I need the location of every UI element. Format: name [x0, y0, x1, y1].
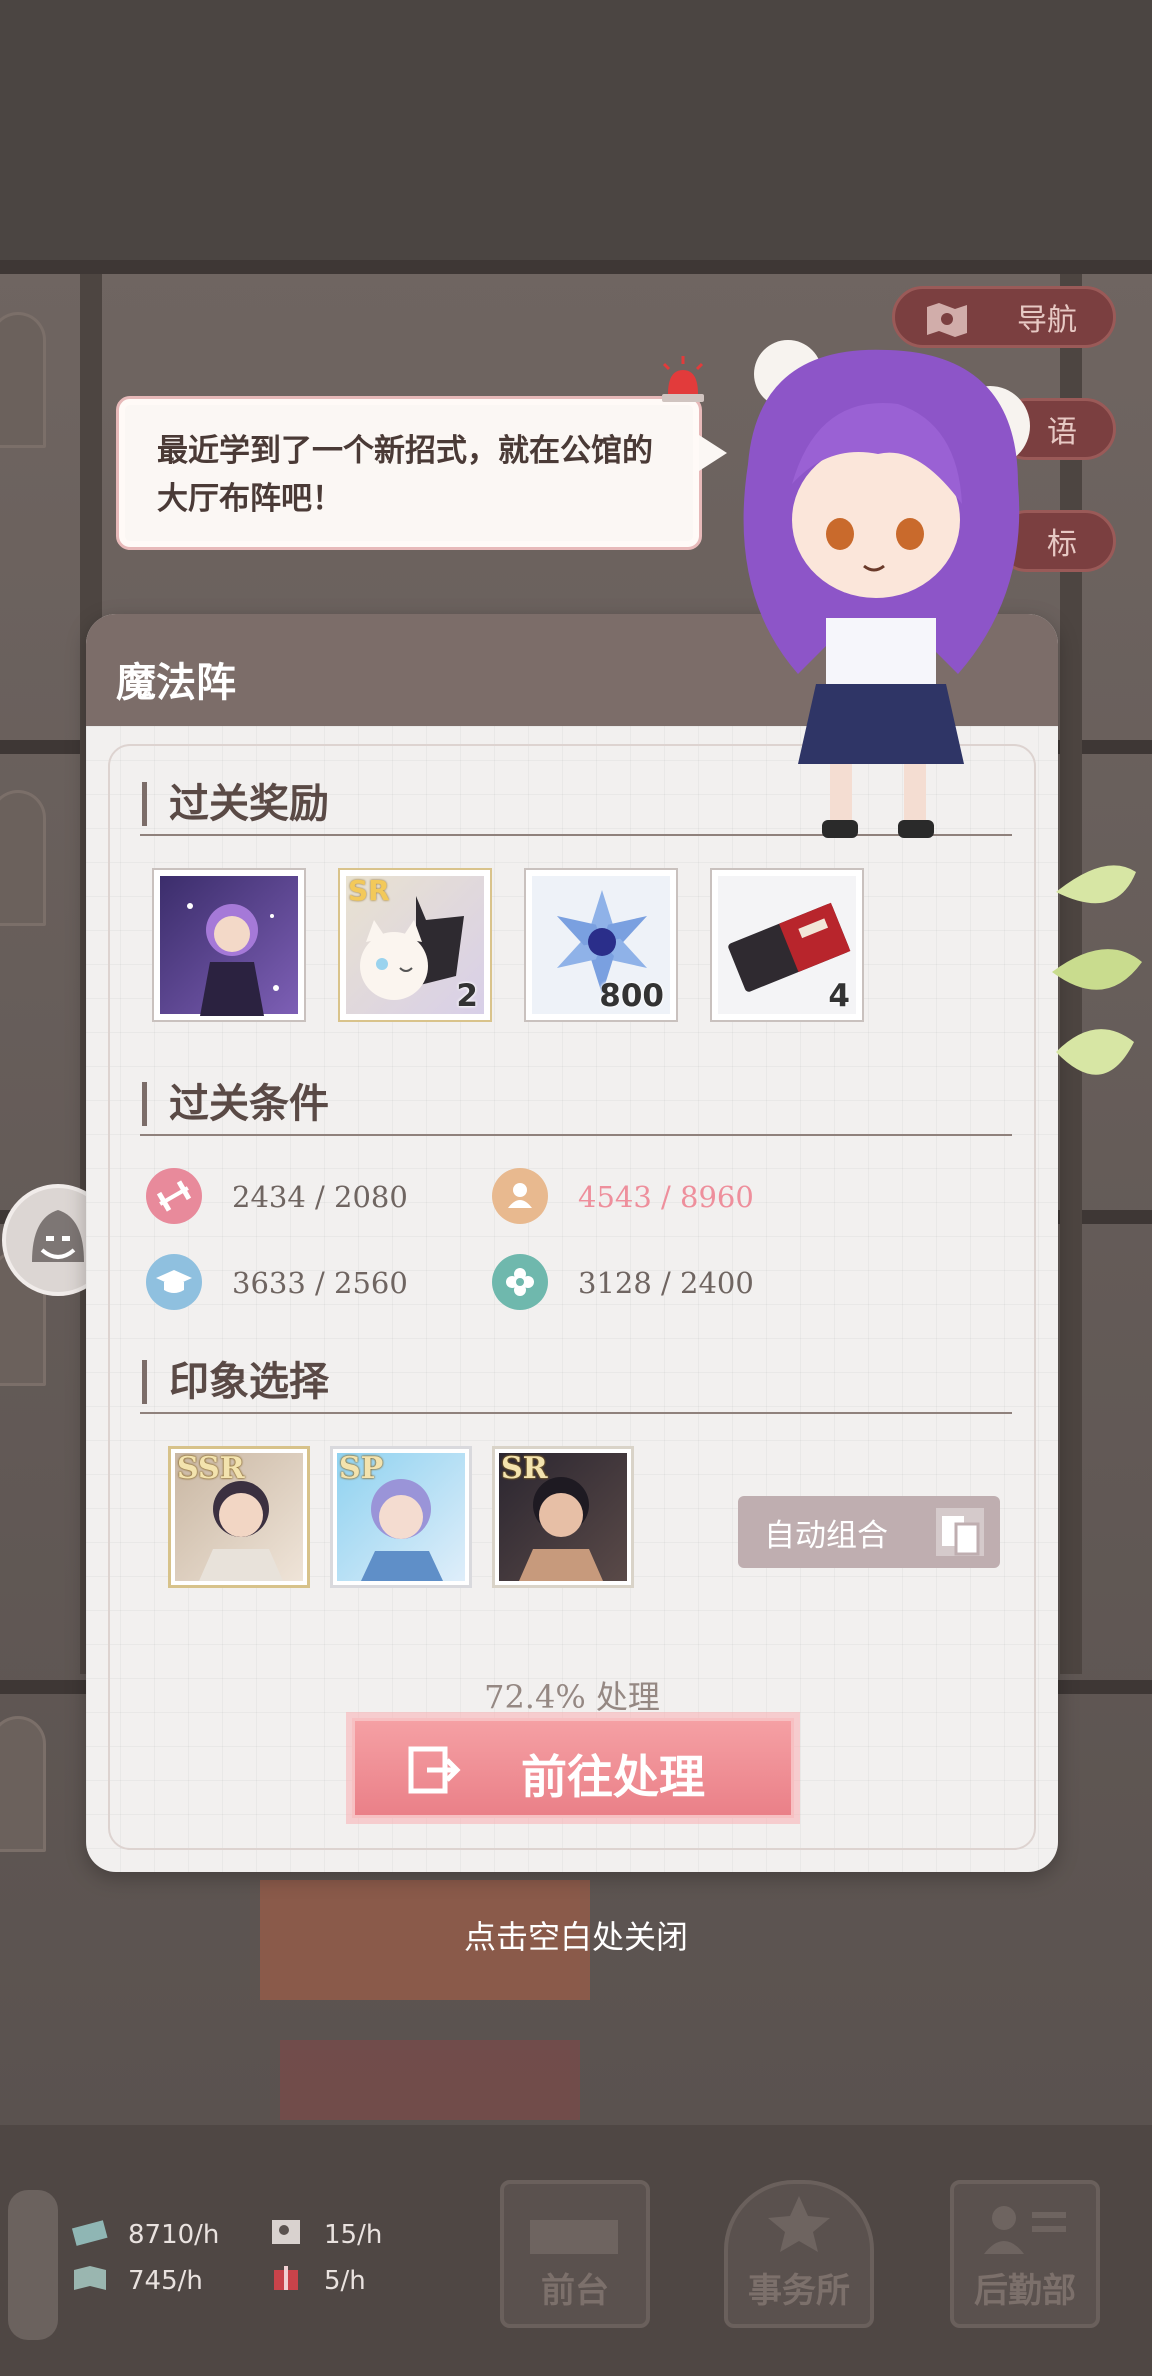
staff-icon: [984, 2206, 1066, 2254]
stat-value: 8710/h: [128, 2220, 220, 2250]
person-icon: [492, 1168, 548, 1224]
alarm-siren-icon: [662, 356, 704, 402]
barbell-icon: [146, 1168, 202, 1224]
nav-logistics[interactable]: 后勤部: [950, 2180, 1100, 2328]
cash-icon: [71, 2220, 108, 2246]
condition-value: 3633 / 2560: [232, 1266, 408, 1300]
floor-divider: [0, 260, 1152, 274]
impression-card[interactable]: SSR: [168, 1446, 310, 1588]
rarity-badge: SR: [348, 874, 390, 907]
condition-required: / 8960: [661, 1180, 754, 1214]
picture-icon: [272, 2220, 300, 2244]
stat-value: 5/h: [324, 2266, 366, 2296]
condition-value: 2434 / 2080: [232, 1180, 408, 1214]
combine-cards-icon: [936, 1508, 984, 1556]
front-desk-icon: [530, 2220, 618, 2254]
enter-icon: [408, 1746, 461, 1794]
impression-card[interactable]: SR: [492, 1446, 634, 1588]
navigation-label: 导航: [1017, 303, 1077, 338]
rarity-badge: SSR: [177, 1453, 245, 1486]
stat-value: 745/h: [128, 2266, 203, 2296]
chibi-character: [743, 340, 1030, 838]
condition-required: / 2400: [661, 1266, 754, 1300]
rewards-section-title: 过关奖励: [142, 782, 329, 826]
nav-office[interactable]: 事务所: [724, 2180, 874, 2328]
impression-card[interactable]: SP: [330, 1446, 472, 1588]
conditions-section-title: 过关条件: [142, 1082, 329, 1126]
section-divider: [140, 1134, 1012, 1136]
impression-section-title: 印象选择: [142, 1360, 329, 1404]
window: [0, 312, 46, 448]
gift-icon: [274, 2266, 298, 2290]
condition-value-unmet: 4543 / 8960: [578, 1180, 754, 1214]
dialog-text: 最近学到了一个新招式，就在公馆的大厅布阵吧！: [157, 433, 653, 517]
reward-count: 4: [828, 978, 850, 1014]
character-card-icon: [187, 903, 279, 1016]
top-background: [0, 0, 1152, 260]
window: [0, 790, 46, 926]
nav-label: 事务所: [748, 2271, 850, 2311]
progress-text: 72.4% 处理: [484, 1678, 660, 1716]
nav-label: 后勤部: [974, 2271, 1076, 2311]
go-process-button[interactable]: 前往处理: [352, 1718, 794, 1818]
graduation-cap-icon: [146, 1254, 202, 1310]
rarity-badge: SR: [501, 1453, 548, 1486]
rarity-badge: SP: [339, 1453, 384, 1486]
condition-required: / 2560: [315, 1266, 408, 1300]
reward-count: 800: [599, 978, 664, 1014]
reward-count: 2: [456, 978, 478, 1014]
reward-item[interactable]: SR 2: [338, 868, 492, 1022]
close-hint[interactable]: 点击空白处关闭: [0, 1912, 1152, 1958]
condition-value: 3128 / 2400: [578, 1266, 754, 1300]
panel-title: 魔法阵: [116, 659, 236, 706]
section-divider: [140, 1412, 1012, 1414]
book-icon: [74, 2266, 106, 2290]
go-process-label: 前往处理: [521, 1750, 705, 1804]
condition-current: 3633: [232, 1266, 306, 1300]
stat-value: 15/h: [324, 2220, 383, 2250]
leaf-decoration: [1052, 865, 1142, 1075]
reward-item[interactable]: [152, 868, 306, 1022]
star-icon: [768, 2196, 830, 2252]
dialog-bubble: 最近学到了一个新招式，就在公馆的大厅布阵吧！: [116, 396, 727, 550]
flower-icon: [492, 1254, 548, 1310]
nav-front-desk[interactable]: 前台: [500, 2180, 650, 2328]
condition-current: 3128: [578, 1266, 652, 1300]
carpet: [280, 2040, 580, 2120]
auto-combine-label: 自动组合: [764, 1518, 888, 1554]
scroll-decoration: [8, 2190, 58, 2340]
reward-item[interactable]: 800: [524, 868, 678, 1022]
condition-required: / 2080: [315, 1180, 408, 1214]
reward-item[interactable]: 4: [710, 868, 864, 1022]
auto-combine-button[interactable]: 自动组合: [738, 1496, 1000, 1568]
window: [0, 1716, 46, 1852]
nav-label: 前台: [541, 2271, 609, 2311]
condition-current: 2434: [232, 1180, 306, 1214]
condition-current: 4543: [578, 1180, 652, 1214]
